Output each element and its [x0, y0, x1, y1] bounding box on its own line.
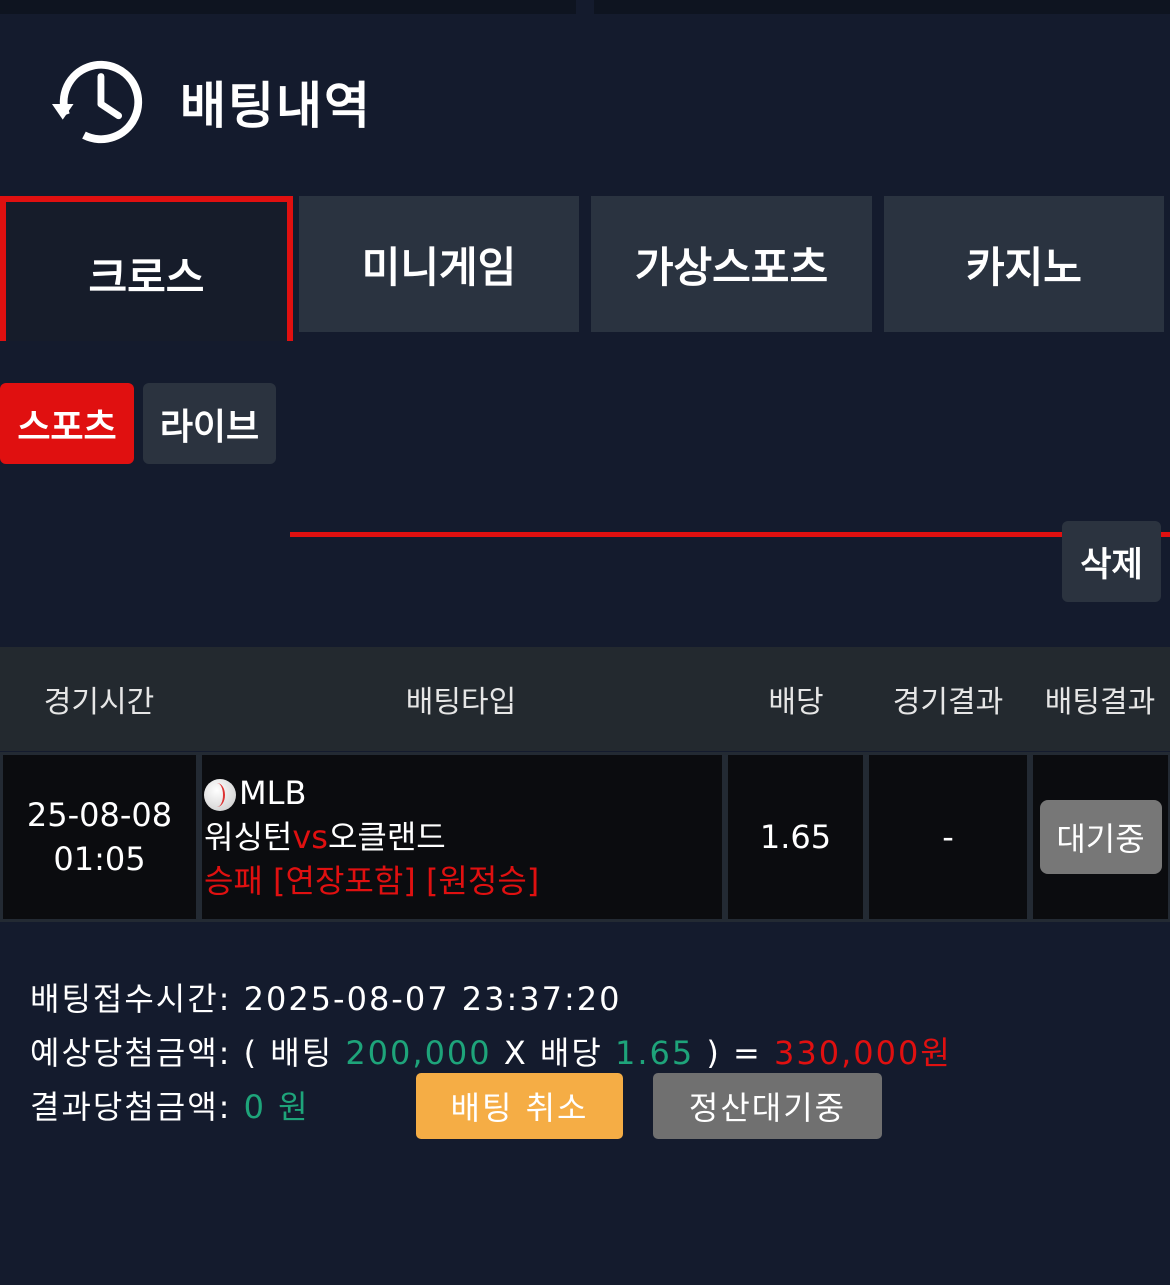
cell-game-time: 25-08-08 01:05: [3, 755, 196, 919]
game-date: 25-08-08: [26, 796, 173, 834]
tab-underline: [290, 532, 1170, 537]
expected-label: 예상당첨금액:: [30, 1034, 232, 1072]
bet-status-badge: 대기중: [1039, 800, 1162, 874]
header-bet-result: 배팅결과: [1044, 685, 1156, 720]
baseball-icon: [204, 779, 236, 811]
received-value: 2025-08-07 23:37:20: [243, 980, 622, 1018]
tab-virtual-sports[interactable]: 가상스포츠: [591, 196, 872, 332]
header-odds: 배당: [768, 685, 824, 720]
game-clock: 01:05: [53, 840, 146, 878]
vs-label: vs: [292, 818, 328, 856]
open-paren: (: [243, 1034, 259, 1072]
bet-amount: 200,000: [345, 1034, 492, 1072]
top-bar: [0, 0, 1170, 14]
page-title: 배팅내역: [180, 77, 372, 135]
settlement-pending-button[interactable]: 정산대기중: [653, 1073, 882, 1139]
header-bet-type: 배팅타입: [405, 685, 517, 720]
odds-word: 배당: [539, 1034, 603, 1072]
top-bar-segment-left: [0, 0, 576, 14]
tab-casino[interactable]: 카지노: [884, 196, 1164, 332]
away-team: 오클랜드: [327, 818, 446, 856]
matchup-line: 워싱턴vs오클랜드: [204, 815, 446, 859]
times-sign: X: [503, 1034, 528, 1072]
received-time-line: 배팅접수시간: 2025-08-07 23:37:20: [30, 974, 621, 1020]
history-clock-icon: [51, 60, 143, 144]
result-label: 결과당첨금액:: [30, 1088, 232, 1126]
tab-cross[interactable]: 크로스: [0, 196, 293, 341]
top-bar-segment-right: [594, 0, 1170, 14]
result-value: 0 원: [243, 1088, 310, 1126]
header-game-result: 경기결과: [892, 685, 1004, 720]
result-win-line: 결과당첨금액: 0 원: [30, 1082, 310, 1128]
cancel-bet-button[interactable]: 배팅 취소: [416, 1073, 623, 1139]
table-row: 25-08-08 01:05 MLB 워싱턴vs오클랜드 승패 [연장포함] […: [0, 752, 1170, 922]
cell-bet-type: MLB 워싱턴vs오클랜드 승패 [연장포함] [원정승]: [202, 755, 722, 919]
bet-word: 배팅: [270, 1034, 334, 1072]
league-name: MLB: [239, 774, 307, 812]
home-team: 워싱턴: [204, 818, 293, 856]
league-line: MLB: [204, 771, 306, 815]
odds-value: 1.65: [614, 1034, 695, 1072]
header-game-time: 경기시간: [43, 685, 155, 720]
cell-game-result: -: [869, 755, 1027, 919]
subtab-live[interactable]: 라이브: [143, 383, 276, 464]
bet-type-detail: 승패 [연장포함] [원정승]: [204, 862, 540, 900]
delete-button[interactable]: 삭제: [1062, 521, 1161, 602]
close-equals: ) =: [706, 1034, 762, 1072]
subtab-sports[interactable]: 스포츠: [0, 383, 134, 464]
cell-odds: 1.65: [728, 755, 863, 919]
category-tabs: 크로스 미니게임 가상스포츠 카지노: [0, 196, 1170, 537]
table-header: 경기시간 배팅타입 배당 경기결과 배팅결과: [0, 647, 1170, 751]
cell-bet-result: 대기중: [1033, 755, 1168, 919]
page-header: 배팅내역: [50, 56, 372, 148]
expected-win-line: 예상당첨금액: ( 배팅 200,000 X 배당 1.65 ) = 330,0…: [30, 1028, 952, 1074]
received-label: 배팅접수시간:: [30, 980, 232, 1018]
expected-value: 330,000원: [774, 1034, 952, 1072]
tab-minigame[interactable]: 미니게임: [299, 196, 579, 332]
